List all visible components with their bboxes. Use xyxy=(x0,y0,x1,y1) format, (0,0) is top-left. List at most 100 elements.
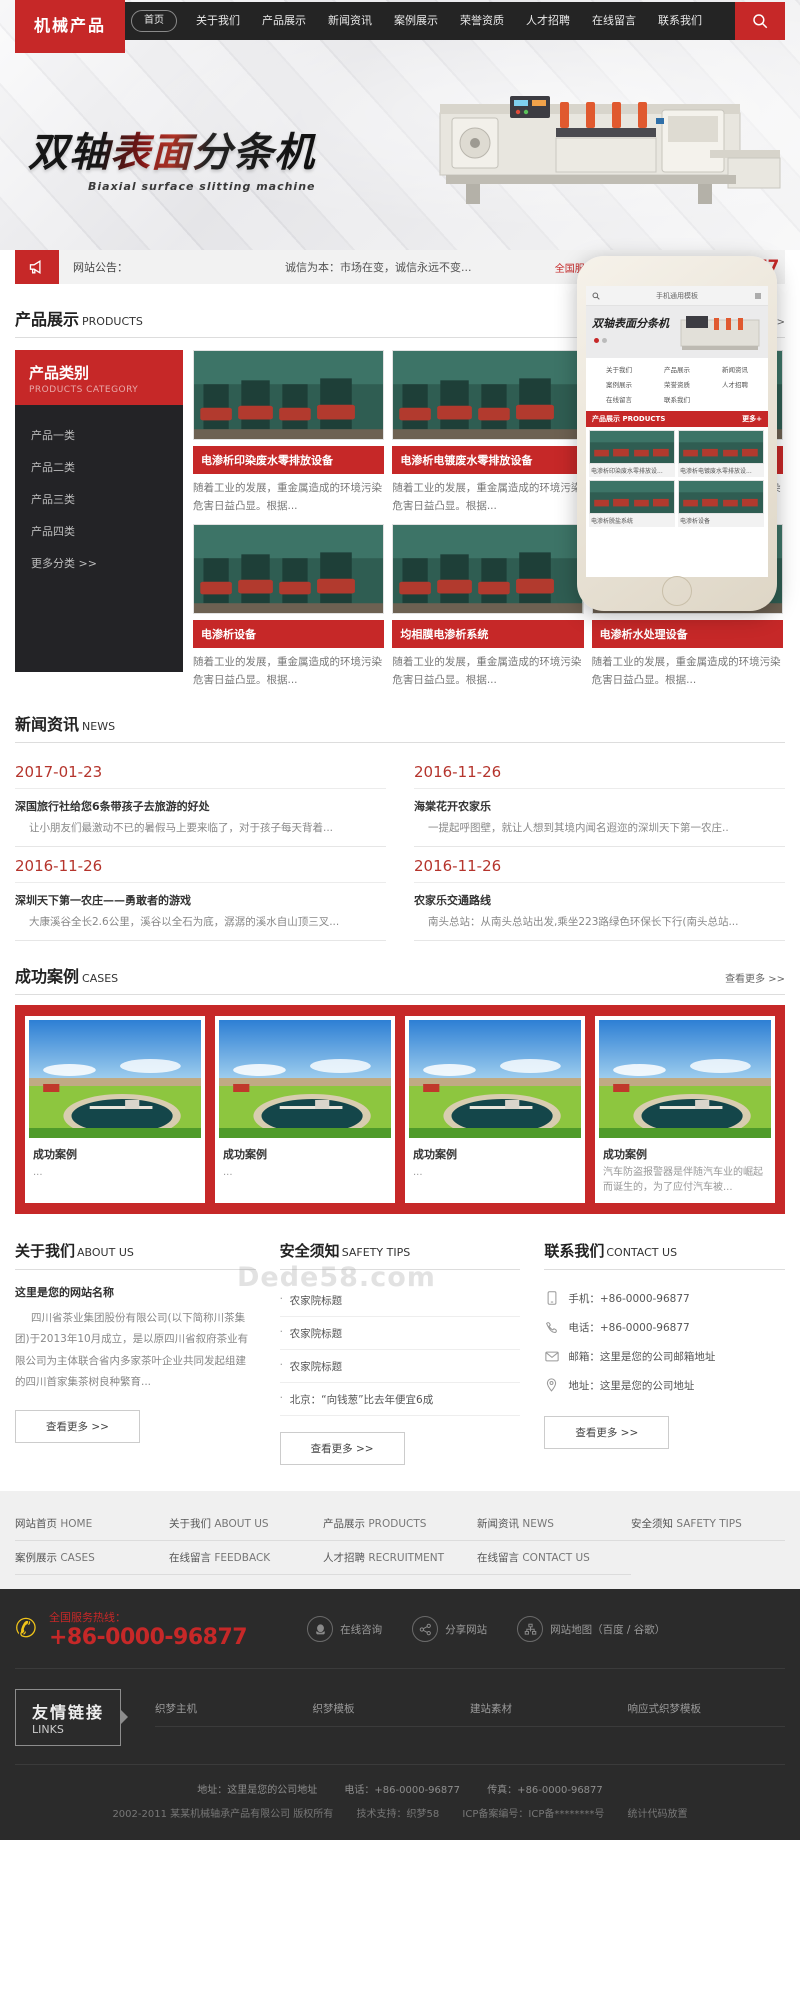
about-more-button[interactable]: 查看更多 >> xyxy=(15,1409,140,1443)
footer-tool-share[interactable]: 分享网站 xyxy=(412,1616,488,1643)
nav-item-about[interactable]: 关于我们 xyxy=(185,2,251,40)
phone-product-card[interactable]: 电渗析脱盐系统 xyxy=(589,480,675,527)
product-card[interactable]: 电渗析电镀废水零排放设备 随着工业的发展，重金属造成的环境污染危害日益凸显。根据… xyxy=(392,350,584,516)
phone-nav-feedback[interactable]: 在线留言 xyxy=(590,391,648,406)
sitemap-icon xyxy=(517,1616,544,1643)
phone-nav-honors[interactable]: 荣誉资质 xyxy=(648,376,706,391)
phone-home-button[interactable] xyxy=(662,576,692,606)
footer-hotline-number: +86-0000-96877 xyxy=(49,1624,248,1650)
news-item[interactable]: 2016-11-26 海棠花开农家乐 一提起呼图壁，就让人想到其境内闻名遐迩的深… xyxy=(414,753,785,848)
product-title: 电渗析电镀废水零排放设备 xyxy=(392,446,584,474)
news-item[interactable]: 2017-01-23 深国旅行社给您6条带孩子去旅游的好处 让小朋友们最激动不已… xyxy=(15,753,386,848)
friend-link[interactable]: 响应式织梦模板 xyxy=(627,1695,785,1727)
friend-link[interactable]: 织梦主机 xyxy=(155,1695,313,1727)
copyright-support: 技术支持：织梦58 xyxy=(356,1808,440,1820)
product-card[interactable]: 电渗析印染废水零排放设备 随着工业的发展，重金属造成的环境污染危害日益凸显。根据… xyxy=(193,350,385,516)
footer-tool-consult[interactable]: 在线咨询 xyxy=(307,1616,382,1643)
nav-item-home[interactable]: 首页 xyxy=(131,10,177,32)
about-subtitle: 这里是您的网站名称 xyxy=(15,1285,114,1299)
phone-nav-products[interactable]: 产品展示 xyxy=(648,361,706,376)
friend-link[interactable]: 织梦模板 xyxy=(312,1695,470,1727)
news-item[interactable]: 2016-11-26 深圳天下第一农庄——勇敢者的游戏 大康溪谷全长2.6公里，… xyxy=(15,847,386,941)
footer-tool-label: 分享网站 xyxy=(445,1623,488,1636)
phone-nav-recruitment[interactable]: 人才招聘 xyxy=(706,376,764,391)
phone-search-text: 手机通用模板 xyxy=(656,291,698,300)
page-body: 产品展示PRODUCTS 查看更多 >> 产品类别 PRODUCTS CATEG… xyxy=(15,256,786,1491)
phone-section-more[interactable]: 更多+ xyxy=(742,414,762,424)
category-item-3[interactable]: 产品三类 xyxy=(15,483,183,515)
products-title: 产品展示 PRODUCTS xyxy=(15,306,143,330)
nav-item-recruitment[interactable]: 人才招聘 xyxy=(515,2,581,40)
case-card[interactable]: 成功案例 ... xyxy=(25,1015,205,1203)
footer-nav-about[interactable]: 关于我们 ABOUT US xyxy=(169,1507,323,1541)
category-item-1[interactable]: 产品一类 xyxy=(15,419,183,451)
safety-item[interactable]: 北京：“向钱葱”比去年便宜6成 xyxy=(279,1383,521,1416)
phone-nav-cases[interactable]: 案例展示 xyxy=(590,376,648,391)
announcement-text: 诚信为本：市场在变，诚信永远不变... xyxy=(285,261,472,274)
footer-nav-contact[interactable]: 在线留言 CONTACT US xyxy=(477,1541,631,1575)
phone-search-bar[interactable]: 手机通用模板 xyxy=(586,286,768,306)
case-card[interactable]: 成功案例 ... xyxy=(405,1015,585,1203)
case-image xyxy=(599,1019,771,1138)
footer-nav-home[interactable]: 网站首页 HOME xyxy=(15,1507,169,1541)
top-bar: 机械产品 首页 关于我们 产品展示 新闻资讯 案例展示 荣誉资质 人才招聘 在线… xyxy=(0,0,800,53)
phone-product-card[interactable]: 电渗析印染废水零排放设... xyxy=(589,430,675,477)
footer-nav-cases[interactable]: 案例展示 CASES xyxy=(15,1541,169,1575)
phone-icon xyxy=(544,1320,559,1335)
friend-link[interactable]: 建站素材 xyxy=(469,1695,628,1727)
news-column-right: 2016-11-26 海棠花开农家乐 一提起呼图壁，就让人想到其境内闻名遐迩的深… xyxy=(414,753,785,941)
contact-more-button[interactable]: 查看更多 >> xyxy=(544,1415,670,1449)
site-logo[interactable]: 机械产品 xyxy=(15,0,125,53)
nav-item-honors[interactable]: 荣誉资质 xyxy=(449,2,515,40)
safety-item[interactable]: 农家院标题 xyxy=(279,1350,521,1383)
news-heading: 新闻资讯 NEWS xyxy=(15,711,785,744)
footer-nav-safety[interactable]: 安全须知 SAFETY TIPS xyxy=(631,1507,785,1541)
nav-item-news[interactable]: 新闻资讯 xyxy=(317,2,383,40)
megaphone-icon xyxy=(15,250,59,284)
footer-dark: ✆ 全国服务热线： +86-0000-96877 在线咨询 分享网站 网站地图（… xyxy=(0,1588,800,1840)
footer-nav-news[interactable]: 新闻资讯 NEWS xyxy=(477,1507,631,1541)
product-card[interactable]: 均相膜电渗析系统 随着工业的发展，重金属造成的环境污染危害日益凸显。根据... xyxy=(392,523,584,690)
news-item-title: 农家乐交通路线 xyxy=(414,894,491,908)
product-title: 电渗析水处理设备 xyxy=(591,619,783,648)
product-card[interactable]: 电渗析设备 随着工业的发展，重金属造成的环境污染危害日益凸显。根据... xyxy=(193,523,385,690)
product-title: 电渗析设备 xyxy=(193,619,385,648)
contact-line-address: 地址：这里是您的公司地址 xyxy=(544,1371,785,1400)
phone-nav: 关于我们 产品展示 新闻资讯 案例展示 荣誉资质 人才招聘 在线留言 联系我们 xyxy=(586,358,768,409)
category-item-2[interactable]: 产品二类 xyxy=(15,451,183,483)
phone-nav-news[interactable]: 新闻资讯 xyxy=(706,361,764,376)
contact-heading: 联系我们 CONTACT US xyxy=(544,1240,786,1270)
category-more-link[interactable]: 更多分类 >> xyxy=(15,547,183,579)
news-item[interactable]: 2016-11-26 农家乐交通路线 南头总站：从南头总站出发,乘坐223路绿色… xyxy=(414,847,785,941)
footer-nav-feedback[interactable]: 在线留言 FEEDBACK xyxy=(169,1541,323,1575)
footer-nav-recruitment[interactable]: 人才招聘 RECRUITMENT xyxy=(323,1541,477,1575)
contact-title-cn: 联系我们 xyxy=(544,1241,605,1260)
safety-item[interactable]: 农家院标题 xyxy=(279,1317,521,1350)
category-item-4[interactable]: 产品四类 xyxy=(15,515,183,547)
nav-item-products[interactable]: 产品展示 xyxy=(251,2,317,40)
qq-icon xyxy=(307,1616,334,1643)
safety-more-button[interactable]: 查看更多 >> xyxy=(279,1431,405,1465)
phone-product-card[interactable]: 电渗析设备 xyxy=(678,480,764,527)
footer-nav-cn: 在线留言 xyxy=(169,1551,211,1564)
safety-item[interactable]: 农家院标题 xyxy=(279,1284,521,1317)
case-card[interactable]: 成功案例 ... xyxy=(215,1015,395,1203)
footer-tool-label: 网站地图（百度 / 谷歌） xyxy=(550,1623,666,1636)
phone-product-card[interactable]: 电渗析电镀废水零排放设... xyxy=(678,430,764,477)
footer-tool-sitemap[interactable]: 网站地图（百度 / 谷歌） xyxy=(517,1616,666,1643)
search-button[interactable] xyxy=(735,2,785,40)
nav-item-contact[interactable]: 联系我们 xyxy=(647,2,713,40)
friend-links-cn: 友情链接 xyxy=(32,1702,105,1722)
case-card[interactable]: 成功案例 汽车防盗报警器是伴随汽车业的崛起而诞生的，为了应付汽车被... xyxy=(595,1015,775,1203)
copyright-phone: 电话：+86-0000-96877 xyxy=(344,1784,460,1796)
footer-nav-products[interactable]: 产品展示 PRODUCTS xyxy=(323,1507,477,1541)
nav-item-cases[interactable]: 案例展示 xyxy=(383,2,449,40)
footer-nav-en: SAFETY TIPS xyxy=(676,1517,742,1530)
contact-mobile-text: 手机：+86-0000-96877 xyxy=(568,1292,690,1305)
cases-more-link[interactable]: 查看更多 >> xyxy=(725,970,785,985)
phone-nav-about[interactable]: 关于我们 xyxy=(590,361,648,376)
case-summary: ... xyxy=(413,1166,423,1178)
contact-line-mobile: 手机：+86-0000-96877 xyxy=(544,1284,785,1313)
phone-nav-contact[interactable]: 联系我们 xyxy=(648,391,706,406)
nav-item-feedback[interactable]: 在线留言 xyxy=(581,2,647,40)
